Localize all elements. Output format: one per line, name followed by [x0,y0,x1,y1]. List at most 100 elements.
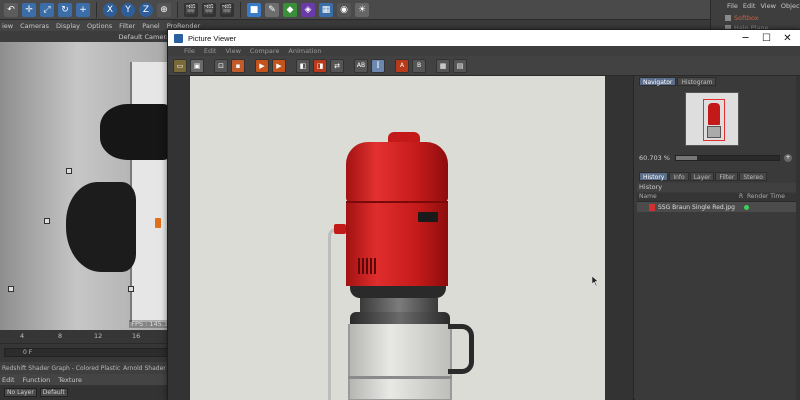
object-manager-menu: File Edit View Objects [711,0,800,11]
menu-view[interactable]: iew [2,22,13,30]
filter-holder [360,298,438,312]
tab-info[interactable]: Info [669,172,689,181]
3d-viewport[interactable] [0,42,172,330]
image-display-area[interactable] [168,76,634,400]
compare-b-icon[interactable]: ◨ [313,58,327,73]
main-toolbar: ↶ ✛ ⤢ ↻ + X Y Z ⊕ 🎬 🎬 🎬 ■ ✎ ◆ ◈ ▦ ◉ ☀ [0,0,710,20]
menu-compare[interactable]: Compare [250,47,280,55]
cube-icon[interactable]: ■ [247,2,261,17]
close-button[interactable]: ✕ [774,30,800,46]
tab-layer[interactable]: Layer [689,172,715,181]
menu-options[interactable]: Options [87,22,112,30]
ab-compare-icon[interactable]: AB [354,58,368,73]
compare-a-icon[interactable]: ◧ [296,58,310,73]
navigator-thumbnail[interactable] [685,92,739,146]
swap-icon[interactable]: ⇄ [330,58,344,73]
product-object[interactable] [155,218,161,228]
tab-history[interactable]: History [639,172,669,181]
floor-icon[interactable]: ▦ [319,2,333,17]
carafe-support-arm [328,228,336,400]
rotate-tool-icon[interactable]: ↻ [58,2,72,17]
channel-a-icon[interactable]: A [395,58,409,73]
tab-navigator[interactable]: Navigator [639,77,677,86]
menu-file[interactable]: File [727,2,738,10]
save-icon[interactable]: ▣ [190,58,204,73]
menu-display[interactable]: Display [56,22,80,30]
channel-b-icon[interactable]: B [412,58,426,73]
history-tabs: History Info Layer Filter Stereo [639,172,767,181]
timeline-tick: 4 [20,332,25,340]
subdivision-icon[interactable]: ◆ [283,2,297,17]
add-tool-icon[interactable]: + [76,2,90,17]
filter-icon[interactable]: ▤ [453,58,467,73]
frame-field[interactable]: 0 F [4,348,168,357]
menu-file[interactable]: File [184,47,195,55]
selection-handle[interactable] [8,286,14,292]
camera-icon[interactable]: ◉ [337,2,351,17]
split-icon[interactable]: ⫿ [371,58,385,73]
grid-icon[interactable]: ▦ [436,58,450,73]
render-all-icon[interactable]: ▶ [272,58,286,73]
render-picture-viewer-icon[interactable]: 🎬 [202,2,216,17]
selection-handle[interactable] [44,218,50,224]
window-title: Picture Viewer [188,33,237,43]
scale-tool-icon[interactable]: ⤢ [40,2,54,17]
undo-icon[interactable]: ↶ [4,2,18,17]
y-axis-icon[interactable]: Y [121,2,135,17]
no-layer-button[interactable]: No Layer [4,388,37,397]
render-icon[interactable]: ▶ [255,58,269,73]
zoom-value[interactable]: 60.703 % [639,154,671,162]
selection-handle[interactable] [128,286,134,292]
default-layer-button[interactable]: Default [39,388,68,397]
timeline[interactable]: 4 8 12 16 0 F [0,330,172,366]
material-menu-texture[interactable]: Texture [58,376,82,384]
window-titlebar[interactable]: Picture Viewer ─ ☐ ✕ [168,30,800,46]
light-icon[interactable]: ☀ [355,2,369,17]
menu-edit[interactable]: Edit [204,47,217,55]
column-name[interactable]: Name [637,193,737,201]
rendered-image[interactable] [190,76,605,400]
column-r[interactable]: R [737,193,745,201]
tab-filter[interactable]: Filter [715,172,739,181]
history-item[interactable]: SSG Braun Single Red.jpg [637,202,799,212]
selection-handle[interactable] [66,168,72,174]
zoom-in-button[interactable]: + [784,153,792,162]
tab-histogram[interactable]: Histogram [677,77,717,86]
softbox-object[interactable] [100,104,170,160]
menu-view[interactable]: View [760,2,775,10]
render-settings-icon[interactable]: 🎬 [220,2,234,17]
render-view-icon[interactable]: 🎬 [184,2,198,17]
timeline-ruler[interactable]: 4 8 12 16 [0,330,172,344]
scrollbar[interactable] [796,76,800,400]
material-tab[interactable]: Arnold Shader [123,365,166,372]
navigator-viewport-frame[interactable] [703,99,725,141]
menu-cameras[interactable]: Cameras [20,22,49,30]
render-region-icon[interactable]: ▪ [231,58,245,73]
softbox-object[interactable] [66,182,136,272]
pen-icon[interactable]: ✎ [265,2,279,17]
column-render-time[interactable]: Render Time [745,193,785,201]
menu-edit[interactable]: Edit [743,2,756,10]
x-axis-icon[interactable]: X [103,2,117,17]
drip-base [350,286,446,298]
object-label: Softbox [734,14,759,22]
menu-panel[interactable]: Panel [142,22,160,30]
deformer-icon[interactable]: ◈ [301,2,315,17]
material-menu-function[interactable]: Function [23,376,51,384]
menu-view[interactable]: View [225,47,240,55]
menu-animation[interactable]: Animation [288,47,321,55]
z-axis-icon[interactable]: Z [139,2,153,17]
open-icon[interactable]: ▭ [173,58,187,73]
camera-label: Default Camera [118,32,170,41]
material-menu-edit[interactable]: Edit [2,376,15,384]
move-tool-icon[interactable]: ✛ [22,2,36,17]
menu-objects[interactable]: Objects [781,2,800,10]
tab-stereo[interactable]: Stereo [739,172,767,181]
object-row[interactable]: Softbox [725,13,759,23]
zoom-slider[interactable] [675,154,780,161]
material-tabs: Redshift Shader Graph - Colored Plastic … [0,362,172,374]
crop-icon[interactable]: ⊡ [214,58,228,73]
menu-filter[interactable]: Filter [119,22,135,30]
coordinate-system-icon[interactable]: ⊕ [157,2,171,17]
material-tab[interactable]: Redshift Shader Graph - Colored Plastic [2,365,120,372]
